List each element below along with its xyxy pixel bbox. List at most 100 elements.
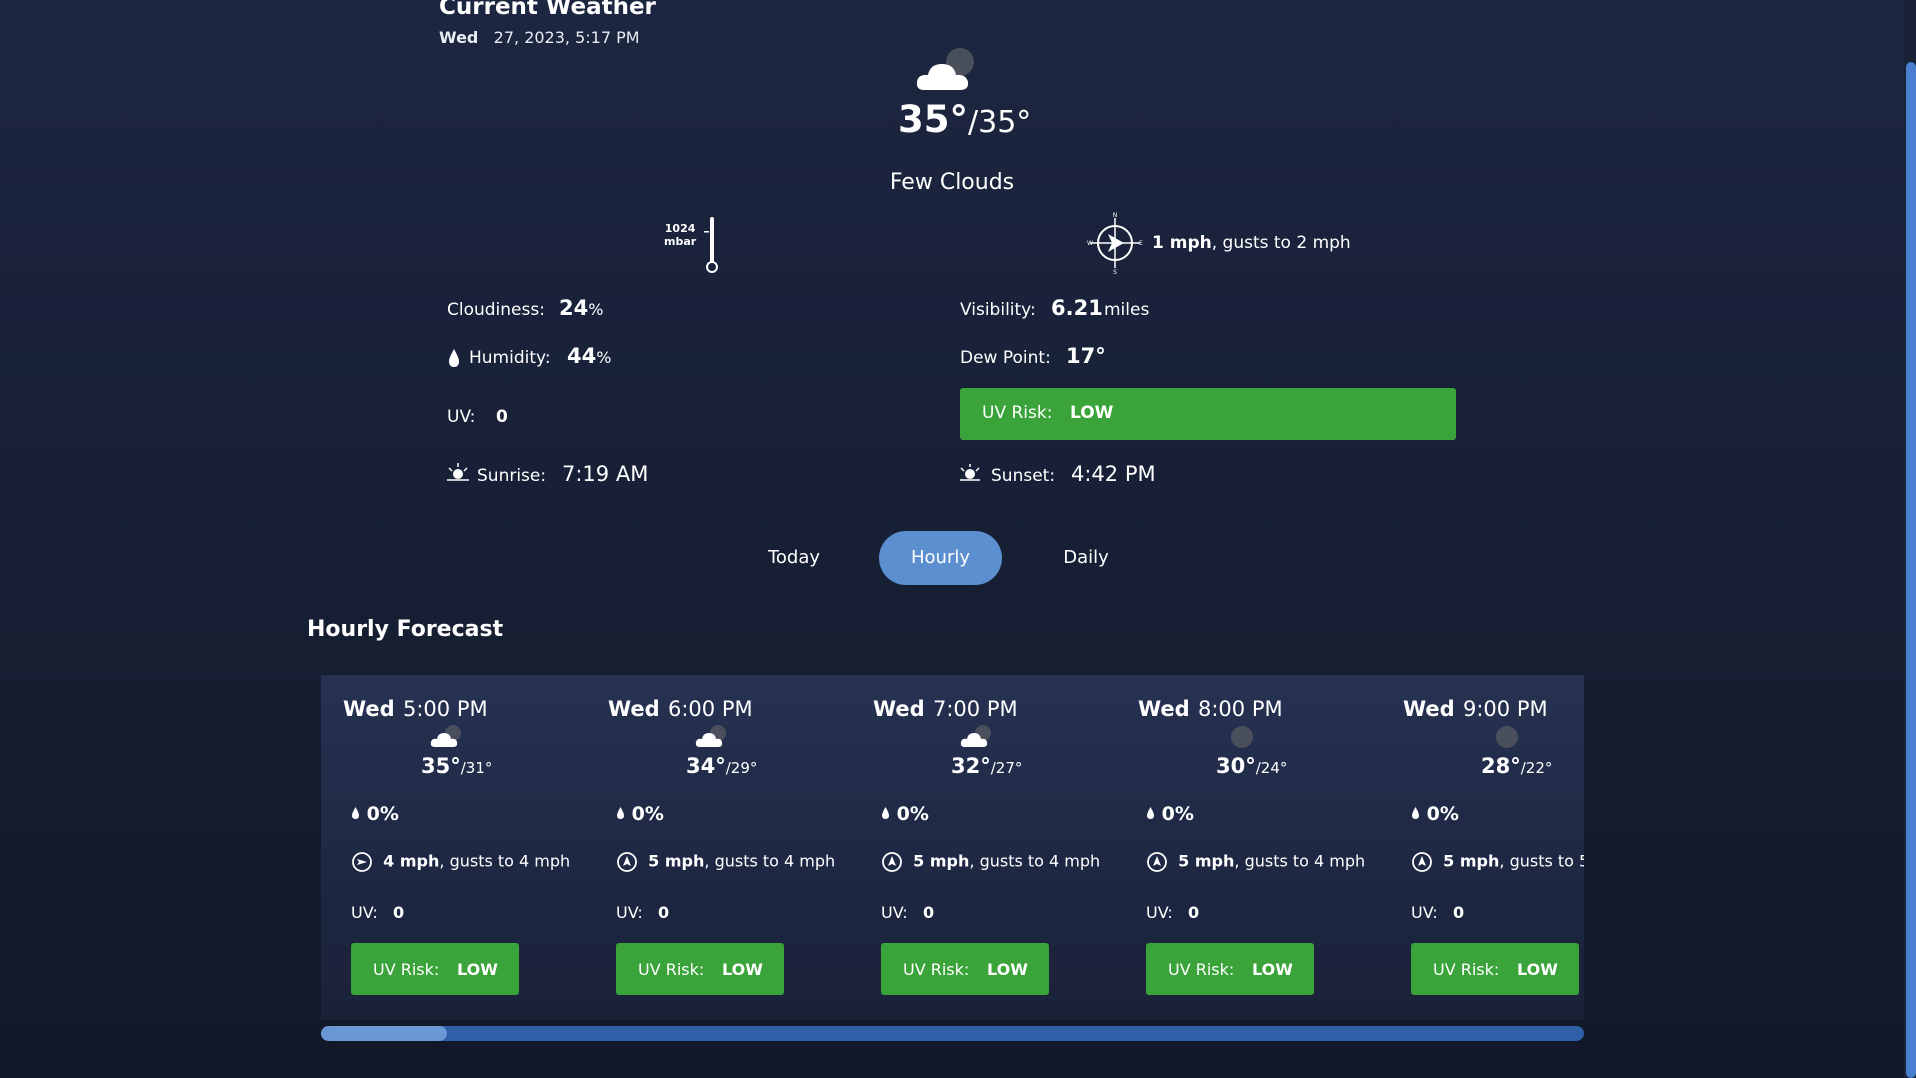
- uv-risk-badge: UV Risk: LOW: [1146, 943, 1314, 995]
- hourly-card: Wed 9:00 PM 28°/22° 0% 5 mph, gusts to 5…: [1381, 675, 1584, 1020]
- hour-uv: UV: 0: [1411, 903, 1464, 922]
- few-clouds-icon: [960, 725, 991, 747]
- sunset-label: Sunset:: [991, 466, 1056, 486]
- hour-low: 24°: [1260, 759, 1288, 777]
- hour-wind: 5 mph, gusts to 4 mph: [1146, 851, 1365, 873]
- tab-today[interactable]: Today: [734, 531, 854, 585]
- uv-risk-label: UV Risk:: [1433, 960, 1500, 979]
- current-wind: 1 mph, gusts to 2 mph: [1152, 233, 1351, 253]
- droplet-icon: [449, 349, 459, 367]
- wind-speed: 5 mph: [648, 851, 705, 871]
- hour-high: 30°: [1216, 754, 1256, 778]
- uv-value: 0: [393, 903, 405, 922]
- hour-precipitation: 0%: [1411, 803, 1459, 825]
- hourly-forecast-panel[interactable]: Wed 5:00 PM 35°/31° 0% 4 mph, gusts to 4…: [321, 675, 1584, 1020]
- uv-risk-label: UV Risk:: [373, 960, 440, 979]
- svg-text:E: E: [1139, 240, 1143, 247]
- hour-time: 8:00 PM: [1198, 697, 1283, 721]
- uv-value: 0: [496, 407, 508, 427]
- hour-time: 6:00 PM: [668, 697, 753, 721]
- cloudiness-label: Cloudiness:: [447, 300, 545, 320]
- few-clouds-icon: [695, 725, 726, 747]
- tab-daily[interactable]: Daily: [1026, 531, 1146, 585]
- sunset-value: 4:42 PM: [1071, 462, 1156, 486]
- sunrise-value: 7:19 AM: [562, 462, 649, 486]
- cloudiness-value: 24%: [559, 296, 603, 320]
- hourly-horizontal-scrollbar[interactable]: [321, 1026, 1584, 1041]
- hour-high: 35°: [421, 754, 461, 778]
- sunrise-label: Sunrise:: [477, 466, 547, 486]
- wind-direction-icon: [882, 852, 902, 872]
- wind-direction-icon: [352, 852, 372, 872]
- hour-temperature: 34°/29°: [686, 754, 757, 778]
- hour-precipitation: 0%: [351, 803, 399, 825]
- precip-value: 0%: [1426, 803, 1459, 825]
- uv-risk-badge: UV Risk: LOW: [351, 943, 519, 995]
- humidity-value: 44%: [567, 344, 611, 368]
- hour-uv: UV: 0: [616, 903, 669, 922]
- current-date: Wed 27, 2023, 5:17 PM: [439, 28, 640, 47]
- uv-risk-label: UV Risk:: [638, 960, 705, 979]
- few-clouds-icon: [916, 48, 974, 90]
- current-datetime: 27, 2023, 5:17 PM: [493, 28, 640, 47]
- uv-risk-value: LOW: [1252, 960, 1293, 979]
- pressure-value: 1024: [664, 222, 696, 235]
- droplet-icon: [1412, 807, 1419, 819]
- wind-direction-icon: [1147, 852, 1167, 872]
- wind-speed: 1 mph: [1152, 233, 1212, 253]
- uv-label: UV:: [881, 903, 908, 922]
- hourly-card: Wed 8:00 PM 30°/24° 0% 5 mph, gusts to 4…: [1116, 675, 1380, 1020]
- uv-label: UV:: [1411, 903, 1438, 922]
- uv-risk-value: LOW: [457, 960, 498, 979]
- hour-day: Wed: [608, 697, 660, 721]
- dew-point-value: 17°: [1066, 344, 1106, 368]
- wind-speed: 4 mph: [383, 851, 440, 871]
- droplet-icon: [617, 807, 624, 819]
- current-low: 35°: [978, 105, 1032, 140]
- cloudiness-percent: %: [588, 300, 604, 319]
- hour-low: 22°: [1525, 759, 1553, 777]
- uv-risk-badge: UV Risk: LOW: [616, 943, 784, 995]
- sunrise-icon: [447, 463, 469, 481]
- wind-speed: 5 mph: [913, 851, 970, 871]
- hourly-card: Wed 5:00 PM 35°/31° 0% 4 mph, gusts to 4…: [321, 675, 585, 1020]
- hour-precipitation: 0%: [1146, 803, 1194, 825]
- visibility-label: Visibility:: [960, 300, 1036, 320]
- uv-risk-value: LOW: [1517, 960, 1558, 979]
- uv-label: UV:: [616, 903, 643, 922]
- hour-high: 28°: [1481, 754, 1521, 778]
- hour-wind: 5 mph, gusts to 4 mph: [616, 851, 835, 873]
- vertical-scrollbar-thumb[interactable]: [1906, 62, 1916, 1078]
- uv-value: 0: [1188, 903, 1200, 922]
- page-title: Current Weather: [439, 0, 656, 20]
- hour-uv: UV: 0: [351, 903, 404, 922]
- precip-value: 0%: [631, 803, 664, 825]
- hour-temperature: 32°/27°: [951, 754, 1022, 778]
- page-vertical-scrollbar[interactable]: [1904, 0, 1916, 1078]
- hour-high: 34°: [686, 754, 726, 778]
- current-day: Wed: [439, 28, 479, 47]
- tab-hourly[interactable]: Hourly: [879, 531, 1002, 585]
- weather-description: Few Clouds: [889, 170, 1015, 195]
- wind-speed: 5 mph: [1178, 851, 1235, 871]
- wind-gusts: , gusts to 5: [1499, 851, 1584, 871]
- droplet-icon: [1147, 807, 1154, 819]
- uv-risk-label: UV Risk:: [982, 403, 1053, 423]
- current-high: 35°: [898, 98, 968, 141]
- cloudiness-number: 24: [559, 296, 589, 320]
- hourly-card: Wed 6:00 PM 34°/29° 0% 5 mph, gusts to 4…: [586, 675, 850, 1020]
- temp-separator: /: [968, 105, 979, 140]
- hour-temperature: 28°/22°: [1481, 754, 1552, 778]
- wind-direction-icon: [617, 852, 637, 872]
- droplet-icon: [882, 807, 889, 819]
- visibility-value: 6.21: [1051, 296, 1103, 320]
- uv-value: 0: [658, 903, 670, 922]
- current-temperature: 35°/35°: [898, 98, 1031, 141]
- hour-wind: 5 mph, gusts to 5: [1411, 851, 1584, 873]
- wind-speed: 5 mph: [1443, 851, 1500, 871]
- wind-direction-icon: [1412, 852, 1432, 872]
- uv-risk-badge: UV Risk: LOW: [881, 943, 1049, 995]
- scrollbar-thumb[interactable]: [321, 1026, 447, 1041]
- uv-risk-value: LOW: [722, 960, 763, 979]
- precip-value: 0%: [1161, 803, 1194, 825]
